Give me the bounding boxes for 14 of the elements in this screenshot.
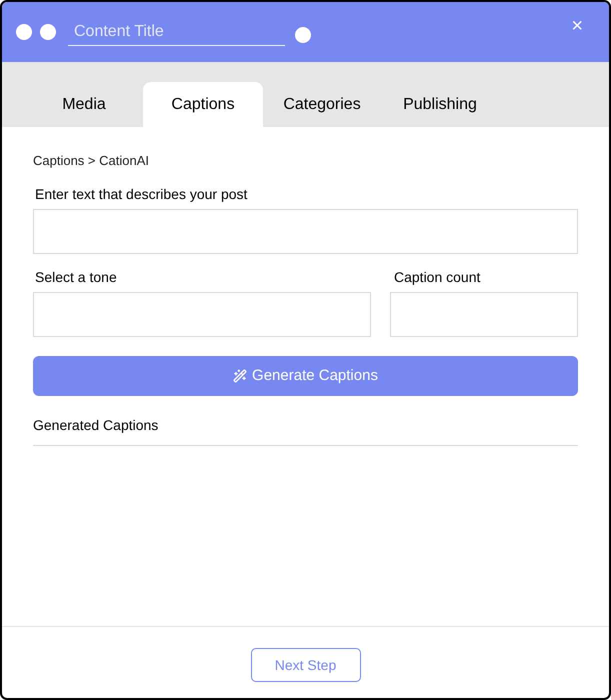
caption-count-field[interactable] — [390, 292, 578, 337]
tone-field[interactable] — [33, 292, 371, 337]
description-field[interactable] — [33, 209, 578, 254]
tab[interactable]: Captions — [143, 82, 263, 127]
tab[interactable]: Media — [25, 82, 143, 127]
field-label: Select a tone — [35, 268, 118, 286]
field-label: Enter text that describes your post — [35, 185, 248, 203]
tab[interactable]: Publishing — [381, 82, 499, 127]
tab[interactable]: Categories — [263, 82, 381, 127]
field-label: Caption count — [394, 268, 482, 286]
breadcrumb: Captions > CationAI — [33, 152, 150, 170]
magic-wand-icon — [233, 369, 248, 383]
section-heading: Generated Captions — [33, 416, 160, 434]
title-field[interactable]: Content Title — [68, 18, 285, 46]
